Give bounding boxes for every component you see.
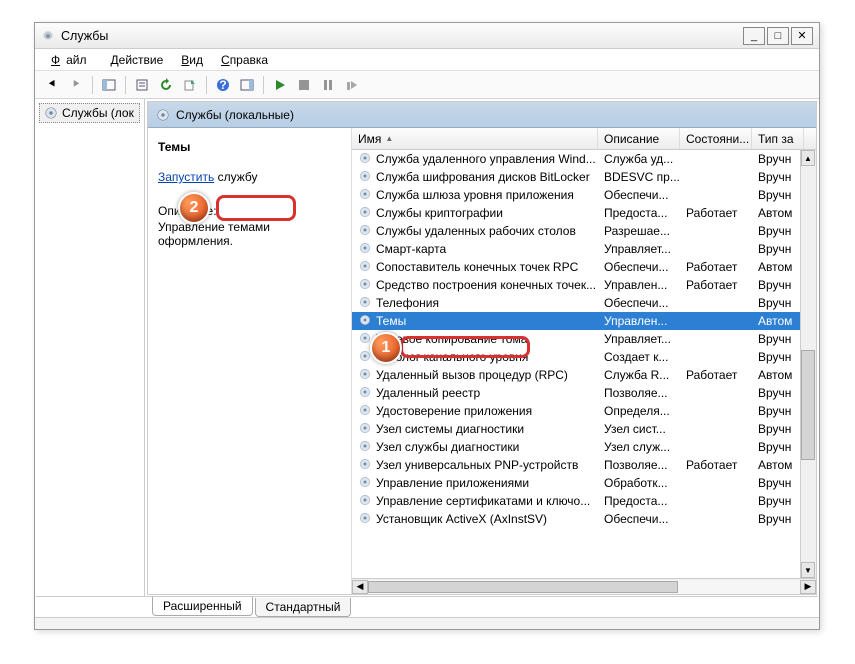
service-row[interactable]: Тополог канального уровняСоздает к...Вру…: [352, 348, 816, 366]
tree-pane: Службы (лок: [35, 99, 145, 597]
gear-icon: [358, 223, 372, 240]
start-service-button[interactable]: [269, 74, 291, 96]
scroll-left-button[interactable]: ◀: [352, 580, 368, 594]
gear-icon: [358, 241, 372, 258]
svg-text:?: ?: [219, 78, 226, 92]
gear-icon: [358, 295, 372, 312]
service-row[interactable]: Сопоставитель конечных точек RPCОбеспечи…: [352, 258, 816, 276]
service-row[interactable]: Управление приложениямиОбработк...Вручн: [352, 474, 816, 492]
properties-button[interactable]: [131, 74, 153, 96]
show-hide-action-button[interactable]: [236, 74, 258, 96]
menubar: Файл Действие Вид Справка: [35, 49, 819, 71]
service-row[interactable]: Узел системы диагностикиУзел сист...Вруч…: [352, 420, 816, 438]
tab-standard[interactable]: Стандартный: [255, 598, 352, 617]
tree-item-services-local[interactable]: Службы (лок: [39, 103, 140, 123]
gear-icon: [358, 493, 372, 510]
horizontal-scrollbar[interactable]: ◀ ▶: [352, 578, 816, 594]
menu-file[interactable]: Файл: [45, 51, 99, 69]
titlebar[interactable]: Службы _ □ ✕: [35, 23, 819, 49]
export-button[interactable]: [179, 74, 201, 96]
gear-icon: [358, 475, 372, 492]
statusbar: [35, 617, 819, 629]
selected-service-name: Темы: [158, 140, 341, 154]
service-row[interactable]: Удостоверение приложенияОпределя...Вручн: [352, 402, 816, 420]
service-row[interactable]: Смарт-картаУправляет...Вручн: [352, 240, 816, 258]
tab-extended[interactable]: Расширенный: [152, 597, 253, 616]
service-action-line: Запустить службу: [158, 170, 341, 184]
window-title: Службы: [61, 29, 743, 43]
service-row[interactable]: Служба шифрования дисков BitLockerBDESVC…: [352, 168, 816, 186]
column-name[interactable]: Имя ▲: [352, 128, 598, 149]
annotation-callout-1: 1: [370, 332, 402, 364]
service-row[interactable]: Служба удаленного управления Wind...Служ…: [352, 150, 816, 168]
service-row[interactable]: Службы криптографииПредоста...РаботаетАв…: [352, 204, 816, 222]
scroll-down-button[interactable]: ▼: [801, 562, 815, 578]
service-row[interactable]: Узел универсальных PNP-устройствПозволяе…: [352, 456, 816, 474]
forward-button[interactable]: ⯈: [65, 74, 87, 96]
content-header: Службы (локальные): [148, 102, 816, 128]
service-row[interactable]: Удаленный реестрПозволяе...Вручн: [352, 384, 816, 402]
content-pane: Службы (локальные) Темы Запустить службу…: [147, 101, 817, 595]
gear-icon: [358, 277, 372, 294]
horizontal-scroll-thumb[interactable]: [368, 581, 678, 593]
service-row[interactable]: Установщик ActiveX (AxInstSV)Обеспечи...…: [352, 510, 816, 528]
maximize-button[interactable]: □: [767, 27, 789, 45]
gear-icon: [358, 457, 372, 474]
annotation-callout-2: 2: [178, 192, 210, 224]
gear-icon: [358, 151, 372, 168]
help-button[interactable]: ?: [212, 74, 234, 96]
gear-icon: [358, 403, 372, 420]
gear-icon: [358, 259, 372, 276]
menu-action[interactable]: Действие: [105, 51, 170, 69]
minimize-button[interactable]: _: [743, 27, 765, 45]
service-row[interactable]: ТемыУправлен...Автом: [352, 312, 816, 330]
description-text: Управление темами оформления.: [158, 220, 341, 248]
restart-service-button[interactable]: [341, 74, 363, 96]
scroll-up-button[interactable]: ▲: [801, 150, 815, 166]
tree-item-label: Службы (лок: [62, 106, 134, 120]
back-button[interactable]: ⯇: [41, 74, 63, 96]
close-button[interactable]: ✕: [791, 27, 813, 45]
scroll-right-button[interactable]: ▶: [800, 580, 816, 594]
start-service-link[interactable]: Запустить: [158, 170, 214, 184]
show-hide-tree-button[interactable]: [98, 74, 120, 96]
menu-view[interactable]: Вид: [175, 51, 209, 69]
gear-icon: [358, 313, 372, 330]
service-row[interactable]: Теневое копирование томаУправляет...Вруч…: [352, 330, 816, 348]
gear-icon: [358, 511, 372, 528]
vertical-scrollbar[interactable]: ▲ ▼: [800, 150, 816, 578]
content-header-title: Службы (локальные): [176, 108, 294, 122]
service-row[interactable]: Служба шлюза уровня приложенияОбеспечи..…: [352, 186, 816, 204]
refresh-button[interactable]: [155, 74, 177, 96]
gear-icon: [358, 421, 372, 438]
menu-help[interactable]: Справка: [215, 51, 274, 69]
service-row[interactable]: Средство построения конечных точек...Упр…: [352, 276, 816, 294]
stop-service-button[interactable]: [293, 74, 315, 96]
service-row[interactable]: Узел службы диагностикиУзел служ...Вручн: [352, 438, 816, 456]
toolbar: ⯇ ⯈ ?: [35, 71, 819, 99]
list-body[interactable]: Служба удаленного управления Wind...Служ…: [352, 150, 816, 578]
column-description[interactable]: Описание: [598, 128, 680, 149]
gear-icon: [358, 439, 372, 456]
column-type[interactable]: Тип за: [752, 128, 804, 149]
vertical-scroll-thumb[interactable]: [801, 350, 815, 460]
list-pane: Имя ▲ Описание Состояни... Тип за Служба…: [352, 128, 816, 594]
column-state[interactable]: Состояни...: [680, 128, 752, 149]
gear-icon: [358, 187, 372, 204]
pause-service-button[interactable]: [317, 74, 339, 96]
gear-icon: [358, 385, 372, 402]
service-row[interactable]: ТелефонияОбеспечи...Вручн: [352, 294, 816, 312]
detail-pane: Темы Запустить службу Описание: Управлен…: [148, 128, 352, 594]
gear-icon: [358, 205, 372, 222]
gear-icon: [358, 169, 372, 186]
list-header: Имя ▲ Описание Состояни... Тип за: [352, 128, 816, 150]
service-row[interactable]: Управление сертификатами и ключо...Предо…: [352, 492, 816, 510]
tab-strip: Расширенный Стандартный: [36, 596, 818, 617]
service-row[interactable]: Удаленный вызов процедур (RPC)Служба R..…: [352, 366, 816, 384]
service-row[interactable]: Службы удаленных рабочих столовРазрешае.…: [352, 222, 816, 240]
services-window: Службы _ □ ✕ Файл Действие Вид Справка ⯇…: [34, 22, 820, 630]
services-app-icon: [41, 29, 55, 43]
gear-icon: [358, 367, 372, 384]
